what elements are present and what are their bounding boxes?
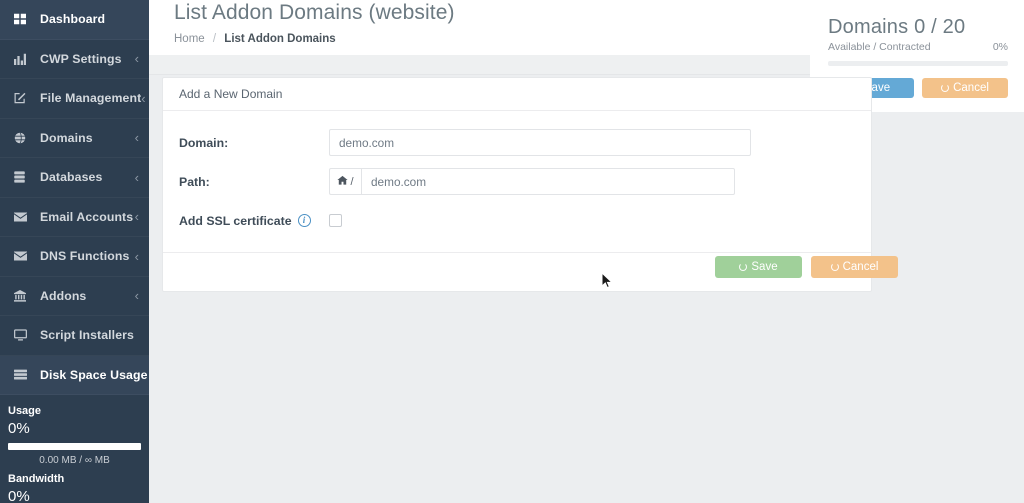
chevron-left-icon[interactable]: ‹ <box>135 52 139 65</box>
domain-label: Domain: <box>179 135 229 150</box>
sidebar-item-label: Databases <box>40 170 103 185</box>
usage-detail: 0.00 MB / ∞ MB <box>39 455 110 466</box>
sidebar-item-label: Script Installers <box>40 328 134 343</box>
spinner-icon <box>830 263 839 271</box>
info-icon[interactable]: i <box>297 214 311 227</box>
chevron-left-icon[interactable]: ‹ <box>135 210 139 223</box>
globe-icon <box>14 132 31 144</box>
path-separator: / <box>350 175 354 188</box>
path-input[interactable] <box>361 168 735 195</box>
bandwidth-percent: 0% <box>8 488 30 503</box>
breadcrumb-current: List Addon Domains <box>224 33 336 45</box>
envelope-icon <box>14 251 31 261</box>
sidebar-item-databases[interactable]: Databases ‹ <box>0 158 149 198</box>
ssl-row: Add SSL certificate i <box>179 203 855 238</box>
chevron-left-icon[interactable]: ‹ <box>141 92 145 105</box>
monitor-icon <box>14 329 31 341</box>
bank-icon <box>14 289 31 302</box>
ssl-checkbox[interactable] <box>329 214 342 227</box>
form-save-label: Save <box>751 261 778 273</box>
path-input-group: / <box>329 168 735 195</box>
sidebar-item-disk-space-usage[interactable]: Disk Space Usage <box>0 355 149 395</box>
card-body: Domain: Path: / <box>163 111 871 252</box>
database-icon <box>14 171 31 183</box>
domains-sub-row: Available / Contracted 0% <box>828 41 1008 53</box>
breadcrumb: Home / List Addon Domains <box>174 33 810 45</box>
chevron-left-icon[interactable]: ‹ <box>135 131 139 144</box>
sidebar-item-addons[interactable]: Addons ‹ <box>0 277 149 316</box>
panel-cancel-button[interactable]: Cancel <box>922 78 1008 98</box>
sidebar-item-domains[interactable]: Domains ‹ <box>0 119 149 158</box>
card-title: Add a New Domain <box>163 78 871 111</box>
sidebar-item-label: Disk Space Usage <box>40 367 148 382</box>
chevron-left-icon[interactable]: ‹ <box>135 289 139 302</box>
sidebar-item-label: Dashboard <box>40 12 106 27</box>
form-cancel-button[interactable]: Cancel <box>811 256 898 278</box>
ssl-label: Add SSL certificate <box>179 213 292 228</box>
card-footer-actions: Save Cancel <box>715 256 898 278</box>
sidebar-item-dns-functions[interactable]: DNS Functions ‹ <box>0 237 149 277</box>
sidebar-usage-block: Usage 0% 0.00 MB / ∞ MB Bandwidth 0% 0 M… <box>0 395 149 503</box>
form-cancel-label: Cancel <box>842 261 879 273</box>
main-content: List Addon Domains (website) Home / List… <box>149 0 1024 503</box>
sidebar-item-label: Email Accounts <box>40 209 134 224</box>
chevron-left-icon[interactable]: ‹ <box>135 250 139 263</box>
page-header: List Addon Domains (website) Home / List… <box>149 0 810 55</box>
chevron-left-icon[interactable]: ‹ <box>135 171 139 184</box>
form-save-button[interactable]: Save <box>715 256 802 278</box>
envelope-icon <box>14 212 31 222</box>
sidebar-nav: Dashboard CWP Settings ‹ File Management ‹ Do… <box>0 0 149 395</box>
card-footer: Save Cancel <box>163 252 898 291</box>
breadcrumb-separator: / <box>212 33 217 45</box>
grid-icon <box>14 13 31 25</box>
home-icon <box>337 175 349 189</box>
sidebar-item-email-accounts[interactable]: Email Accounts ‹ <box>0 198 149 237</box>
sidebar-item-file-management[interactable]: File Management ‹ <box>0 79 149 119</box>
domains-percent: 0% <box>992 41 1008 53</box>
path-prefix-addon: / <box>329 168 361 195</box>
panel-cancel-label: Cancel <box>953 82 989 94</box>
sidebar-item-label: Domains <box>40 130 93 145</box>
usage-progress-bar <box>8 443 141 450</box>
application-window: Dashboard CWP Settings ‹ File Management ‹ Do… <box>0 0 1024 503</box>
header-strip <box>149 55 810 75</box>
sidebar-item-script-installers[interactable]: Script Installers <box>0 316 149 356</box>
usage-title: Usage <box>8 405 42 417</box>
edit-square-icon <box>14 92 31 104</box>
sidebar-item-label: CWP Settings <box>40 51 122 66</box>
sidebar: Dashboard CWP Settings ‹ File Management ‹ Do… <box>0 0 149 503</box>
server-icon <box>14 369 31 380</box>
spinner-icon <box>739 263 748 271</box>
path-label: Path: <box>179 174 210 189</box>
bandwidth-title: Bandwidth <box>8 473 65 485</box>
sidebar-item-cwp-settings[interactable]: CWP Settings ‹ <box>0 40 149 79</box>
sidebar-item-label: File Management <box>40 91 142 106</box>
domain-row: Domain: <box>179 125 855 160</box>
breadcrumb-home[interactable]: Home <box>174 33 205 45</box>
domains-count: Domains 0 / 20 <box>828 16 966 38</box>
sidebar-item-dashboard[interactable]: Dashboard <box>0 0 149 40</box>
chart-bar-icon <box>14 53 31 65</box>
domains-sub-label: Available / Contracted <box>828 41 931 53</box>
domains-progress-bar <box>828 61 1008 66</box>
spinner-icon <box>941 84 950 92</box>
sidebar-item-label: Addons <box>40 288 87 303</box>
ssl-label-group: Add SSL certificate i <box>179 214 329 228</box>
add-domain-card: Add a New Domain Domain: Path: <box>162 77 898 292</box>
page-title: List Addon Domains (website) <box>174 1 455 24</box>
sidebar-item-label: DNS Functions <box>40 249 130 264</box>
usage-percent: 0% <box>8 420 30 437</box>
path-row: Path: / <box>179 164 855 199</box>
domain-input[interactable] <box>329 129 751 156</box>
